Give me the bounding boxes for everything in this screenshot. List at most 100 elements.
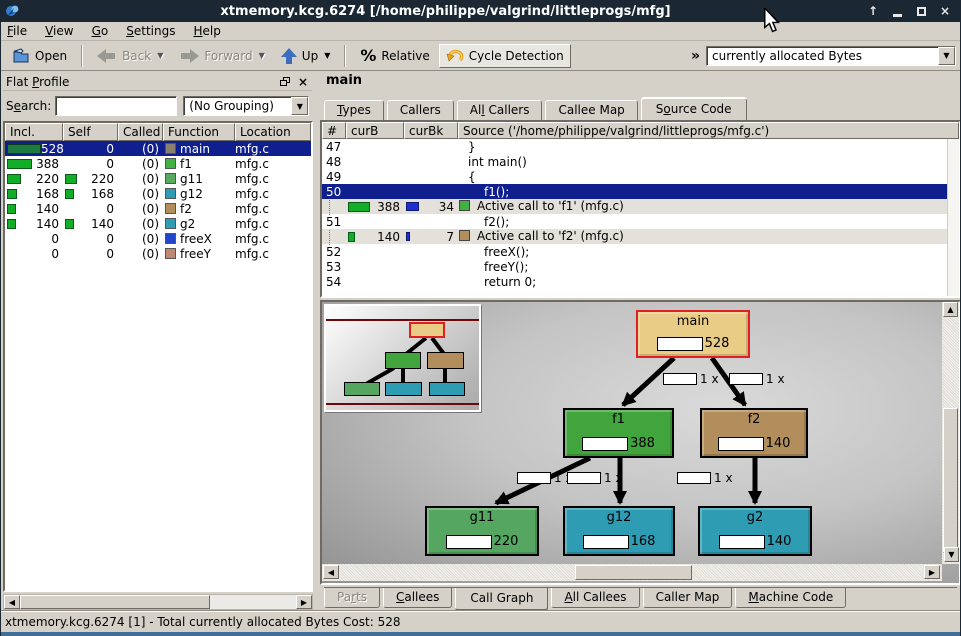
forward-button[interactable]: Forward▼: [172, 45, 271, 67]
column-header-function[interactable]: Function: [163, 123, 235, 141]
event-type-combobox[interactable]: currently allocated Bytes ▼: [706, 46, 956, 66]
graph-node-g11[interactable]: g11 220: [425, 506, 539, 556]
scroll-left-icon[interactable]: ◀: [323, 565, 339, 579]
vertical-scrollbar[interactable]: ▲ ▼: [942, 302, 959, 564]
table-row-g2[interactable]: 140 140 (0) g2 mfg.c: [5, 216, 311, 231]
combobox-arrow-icon[interactable]: ▼: [291, 97, 308, 115]
maximize-icon[interactable]: [914, 4, 928, 18]
column-header-self[interactable]: Self: [63, 123, 118, 141]
source-call-line[interactable]: 140 7 Active call to 'f2' (mfg.c): [322, 229, 959, 244]
scrollbar-thumb[interactable]: [20, 595, 210, 609]
function-color-icon: [165, 233, 176, 244]
tab-caller-map[interactable]: Caller Map: [643, 588, 733, 608]
source-line[interactable]: 53freeY();: [322, 259, 959, 274]
close-panel-icon[interactable]: ×: [298, 75, 308, 89]
scrollbar-thumb[interactable]: [943, 408, 958, 553]
search-input[interactable]: [55, 96, 177, 116]
menu-help[interactable]: Help: [193, 24, 220, 38]
titlebar[interactable]: xtmemory.kcg.6274 [/home/philippe/valgri…: [1, 0, 960, 22]
scroll-down-icon[interactable]: ▼: [944, 547, 959, 562]
table-row-freeY[interactable]: 0 0 (0) freeY mfg.c: [5, 246, 311, 261]
table-row-f2[interactable]: 140 0 (0) f2 mfg.c: [5, 201, 311, 216]
graph-node-f2[interactable]: f2 140: [700, 408, 808, 458]
table-row-main[interactable]: 528 0 (0) main mfg.c: [5, 141, 311, 156]
window-title: xtmemory.kcg.6274 [/home/philippe/valgri…: [25, 4, 866, 19]
tab-callers[interactable]: Callers: [387, 100, 454, 120]
open-button[interactable]: Open: [5, 44, 74, 68]
scrollbar-thumb[interactable]: [575, 565, 692, 580]
tab-all-callees[interactable]: All Callees: [551, 588, 639, 608]
cost-bar: [7, 219, 16, 229]
tab-types[interactable]: Types: [324, 100, 384, 120]
column-header-curB[interactable]: curB: [346, 122, 404, 139]
source-line[interactable]: 47}: [322, 139, 959, 154]
shade-icon[interactable]: ↑: [866, 4, 880, 18]
dock-header[interactable]: Flat Profile ×: [3, 73, 312, 91]
menu-settings[interactable]: Settings: [126, 24, 175, 38]
source-call-line[interactable]: 388 34 Active call to 'f1' (mfg.c): [322, 199, 959, 214]
search-label: Search:: [6, 99, 51, 113]
back-button[interactable]: Back▼: [90, 45, 170, 67]
float-panel-icon[interactable]: [280, 77, 290, 86]
graph-overview-minimap[interactable]: [324, 304, 481, 412]
cost-progress-bar: [582, 437, 628, 451]
tab-call-graph[interactable]: Call Graph: [455, 588, 548, 610]
source-line[interactable]: 49{: [322, 169, 959, 184]
toolbar-overflow-chevron[interactable]: »: [691, 48, 700, 64]
menu-view[interactable]: View: [45, 24, 73, 38]
up-button[interactable]: Up▼: [274, 44, 338, 68]
menu-file[interactable]: File: [7, 24, 27, 38]
cost-bar: [348, 232, 355, 242]
column-header-called[interactable]: Called: [118, 123, 163, 141]
menu-go[interactable]: Go: [92, 24, 109, 38]
source-line-selected[interactable]: 50f1();: [322, 184, 959, 199]
tab-callees[interactable]: Callees: [383, 588, 452, 608]
tab-parts[interactable]: Parts: [324, 588, 380, 608]
minimize-icon[interactable]: [890, 4, 904, 18]
close-icon[interactable]: ×: [938, 4, 952, 18]
scroll-up-icon[interactable]: ▲: [943, 302, 958, 317]
scroll-right-icon[interactable]: ▶: [924, 565, 940, 579]
column-header-location[interactable]: Location: [235, 123, 311, 141]
overview-node-g2: [429, 382, 465, 396]
relative-toggle-button[interactable]: % Relative: [353, 42, 436, 69]
function-color-icon: [459, 200, 470, 211]
window-border: [1, 632, 960, 636]
forward-dropdown-icon[interactable]: ▼: [259, 51, 265, 60]
back-dropdown-icon[interactable]: ▼: [157, 51, 163, 60]
combobox-arrow-icon[interactable]: ▼: [938, 47, 955, 65]
source-line[interactable]: 52freeX();: [322, 244, 959, 259]
vertical-scrollbar-track[interactable]: [947, 139, 959, 296]
graph-node-g2[interactable]: g2 140: [698, 506, 812, 556]
column-header-incl[interactable]: Incl.: [5, 123, 63, 141]
tab-all-callers[interactable]: All Callers: [457, 100, 543, 120]
horizontal-scrollbar[interactable]: ◀ ▶: [3, 594, 313, 610]
table-row-g12[interactable]: 168 168 (0) g12 mfg.c: [5, 186, 311, 201]
tab-callee-map[interactable]: Callee Map: [545, 100, 637, 120]
graph-node-g12[interactable]: g12 168: [563, 506, 675, 556]
graph-node-main[interactable]: main 528: [636, 310, 750, 358]
tab-machine-code[interactable]: Machine Code: [735, 588, 846, 608]
cycle-detection-button[interactable]: Cycle Detection: [439, 44, 571, 68]
source-line[interactable]: 51f2();: [322, 214, 959, 229]
table-row-g11[interactable]: 220 220 (0) g11 mfg.c: [5, 171, 311, 186]
graph-node-f1[interactable]: f1 388: [563, 408, 674, 458]
up-dropdown-icon[interactable]: ▼: [324, 51, 330, 60]
column-header-curBk[interactable]: curBk: [404, 122, 458, 139]
event-type-value: currently allocated Bytes: [707, 49, 938, 63]
overview-node-f1: [385, 352, 421, 369]
source-line[interactable]: 48int main(): [322, 154, 959, 169]
scroll-right-icon[interactable]: ▶: [296, 595, 312, 609]
table-row-freeX[interactable]: 0 0 (0) freeX mfg.c: [5, 231, 311, 246]
tree-branch-icon: [329, 200, 330, 215]
column-header-line[interactable]: #: [322, 122, 346, 139]
table-row-f1[interactable]: 388 0 (0) f1 mfg.c: [5, 156, 311, 171]
horizontal-scrollbar[interactable]: ◀ ▶: [322, 564, 942, 581]
call-graph-view[interactable]: main 528 f1 388 f2 140 g11 220 g12 168 g…: [320, 300, 961, 585]
source-line[interactable]: 54return 0;: [322, 274, 959, 289]
scroll-left-icon[interactable]: ◀: [4, 595, 20, 609]
function-color-icon: [165, 143, 176, 154]
column-header-source[interactable]: Source ('/home/philippe/valgrind/littlep…: [458, 122, 959, 139]
grouping-combobox[interactable]: (No Grouping) ▼: [183, 96, 309, 116]
tab-source-code[interactable]: Source Code: [641, 98, 747, 121]
